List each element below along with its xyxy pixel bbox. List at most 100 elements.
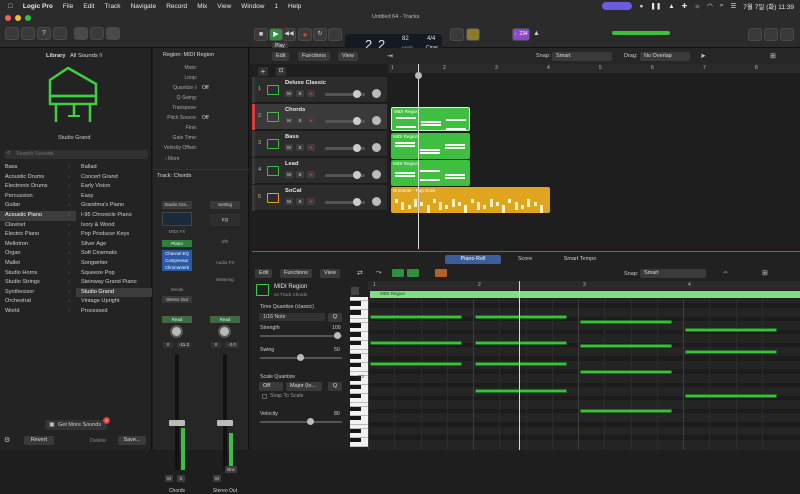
category-item[interactable]: Synthesizer › [0, 288, 76, 298]
strength-slider-thumb[interactable] [334, 332, 341, 339]
category-item[interactable]: World › [0, 307, 76, 317]
tab-score[interactable]: Score [510, 255, 540, 264]
instrument-slot[interactable]: Piano [162, 240, 192, 247]
menu-help[interactable]: Help [288, 3, 301, 10]
piano-icon[interactable] [351, 287, 359, 295]
track-record-button[interactable]: ● [307, 171, 315, 178]
delete-button[interactable]: Delete [90, 438, 106, 444]
wifi-icon[interactable]: ◠ [707, 2, 713, 10]
count-in-button[interactable]: ♩234 [512, 28, 530, 41]
track-solo-button[interactable]: S [296, 171, 304, 178]
patch-item[interactable]: Soft Cinematic [76, 249, 152, 259]
brightness-icon[interactable]: ☼ [694, 3, 700, 10]
menu-window[interactable]: Window [241, 3, 264, 10]
strip-solo-button[interactable]: S [177, 475, 185, 482]
tracks-functions-menu[interactable]: Functions [298, 52, 330, 61]
midi-note[interactable] [580, 344, 672, 348]
track-solo-button[interactable]: S [296, 90, 304, 97]
track-solo-button[interactable]: S [296, 198, 304, 205]
category-item[interactable]: Orchestral › [0, 297, 76, 307]
tracks-playhead-handle[interactable] [415, 72, 422, 79]
menu-record[interactable]: Record [166, 3, 187, 10]
strip-b-mode[interactable]: Read [210, 316, 240, 323]
category-item[interactable]: Organ › [0, 249, 76, 259]
track-solo-button[interactable]: S [296, 144, 304, 151]
midi-note[interactable] [580, 320, 672, 324]
mixer-toggle-icon[interactable] [90, 27, 104, 40]
fx-slot-1[interactable]: Channel EQ [162, 250, 192, 257]
strip-b-eq[interactable]: EQ [210, 214, 240, 226]
save-button[interactable]: Save... [118, 436, 146, 445]
search-icon[interactable]: ⌕ [720, 2, 724, 10]
library-filter[interactable]: All Sounds ◊ [70, 53, 102, 59]
library-settings-icon[interactable]: ⚙ [4, 436, 10, 444]
status-pill-icon[interactable] [602, 2, 633, 10]
menu-mix[interactable]: Mix [197, 3, 207, 10]
menu-edit[interactable]: Edit [83, 3, 94, 10]
notification-icon[interactable]: ▲ [668, 3, 674, 10]
loop-browser-icon[interactable] [780, 28, 794, 41]
tuner-icon[interactable] [450, 28, 464, 41]
close-window-icon[interactable] [5, 15, 11, 21]
editor-region-strip[interactable]: MIDI Region [370, 291, 800, 298]
tracks-playhead[interactable] [418, 64, 419, 249]
strip-mute-button[interactable]: M [165, 475, 173, 482]
midi-note[interactable] [475, 315, 567, 319]
pointer-tool-icon[interactable]: ➤ [700, 52, 706, 60]
category-item[interactable]: Guitar › [0, 201, 76, 211]
category-item[interactable]: Acoustic Drums › [0, 173, 76, 183]
track-header[interactable]: 3 Bass M S ● [255, 131, 387, 157]
time-quantize-select[interactable]: 1/16 Note [259, 313, 325, 321]
patch-item[interactable]: Squeeze Pop [76, 269, 152, 279]
track-inspector-header[interactable]: Track: Chords [153, 169, 249, 179]
zoom-window-icon[interactable] [25, 15, 31, 21]
track-pan-knob[interactable] [372, 197, 381, 206]
loop-button[interactable]: ↻ [313, 28, 327, 41]
tracks-view-menu[interactable]: View [338, 52, 358, 61]
midi-draw-icon[interactable] [435, 269, 447, 277]
strip-b-setting[interactable]: Setting [210, 201, 240, 209]
midi-region[interactable]: MIDI Region [391, 107, 470, 131]
midi-out-icon[interactable]: ⤳ [376, 269, 382, 277]
tracks-ruler[interactable]: 123456789 [388, 64, 800, 73]
piano-keyboard[interactable] [350, 297, 368, 447]
editor-ruler[interactable]: 1 2 3 4 [368, 281, 800, 290]
menu-file[interactable]: File [63, 3, 73, 10]
track-mute-button[interactable]: M [285, 144, 293, 151]
add-track-button[interactable]: + [258, 67, 268, 76]
midi-note[interactable] [685, 394, 777, 398]
patch-item[interactable]: Processed [76, 307, 152, 317]
midi-note[interactable] [475, 362, 567, 366]
scale-key-select[interactable]: Major (lo... [286, 382, 322, 391]
editor-view-menu[interactable]: View [320, 269, 340, 278]
pause-status-icon[interactable]: ❚❚ [650, 2, 661, 10]
settings-icon[interactable] [53, 27, 67, 40]
track-pan-knob[interactable] [372, 143, 381, 152]
inspector-toggle-icon[interactable] [21, 27, 35, 40]
snap-to-scale-checkbox[interactable] [262, 394, 267, 399]
track-record-button[interactable]: ● [307, 144, 315, 151]
track-mute-button[interactable]: M [285, 117, 293, 124]
help-icon[interactable]: ? [37, 27, 51, 40]
editor-edit-menu[interactable]: Edit [255, 269, 273, 278]
record-status-icon[interactable]: ● [639, 3, 643, 10]
scale-quantize-off[interactable]: Off [259, 382, 283, 391]
editor-functions-menu[interactable]: Functions [280, 269, 312, 278]
revert-button[interactable]: Revert [24, 436, 54, 445]
strip-b-pan-knob[interactable] [218, 325, 231, 338]
track-volume-thumb[interactable] [353, 90, 361, 98]
midi-note[interactable] [685, 350, 777, 354]
track-header[interactable]: 2 Chords M S ● [255, 104, 387, 130]
track-options-icon[interactable]: ⊡ [276, 67, 286, 76]
patch-item[interactable]: Ballad [76, 163, 152, 173]
metronome-icon[interactable]: ▲ [533, 30, 540, 37]
midi-note[interactable] [580, 409, 672, 413]
strip-setting-button[interactable]: Studio Gra... [162, 201, 192, 209]
category-item[interactable]: Studio Strings › [0, 278, 76, 288]
menu-track[interactable]: Track [105, 3, 121, 10]
track-volume-thumb[interactable] [353, 171, 361, 179]
category-item[interactable]: Acoustic Piano › [0, 210, 76, 221]
strip-b-mute-button[interactable]: M [213, 475, 221, 482]
master-volume-slider[interactable] [612, 31, 670, 35]
menu-app-name[interactable]: Logic Pro [23, 3, 53, 10]
